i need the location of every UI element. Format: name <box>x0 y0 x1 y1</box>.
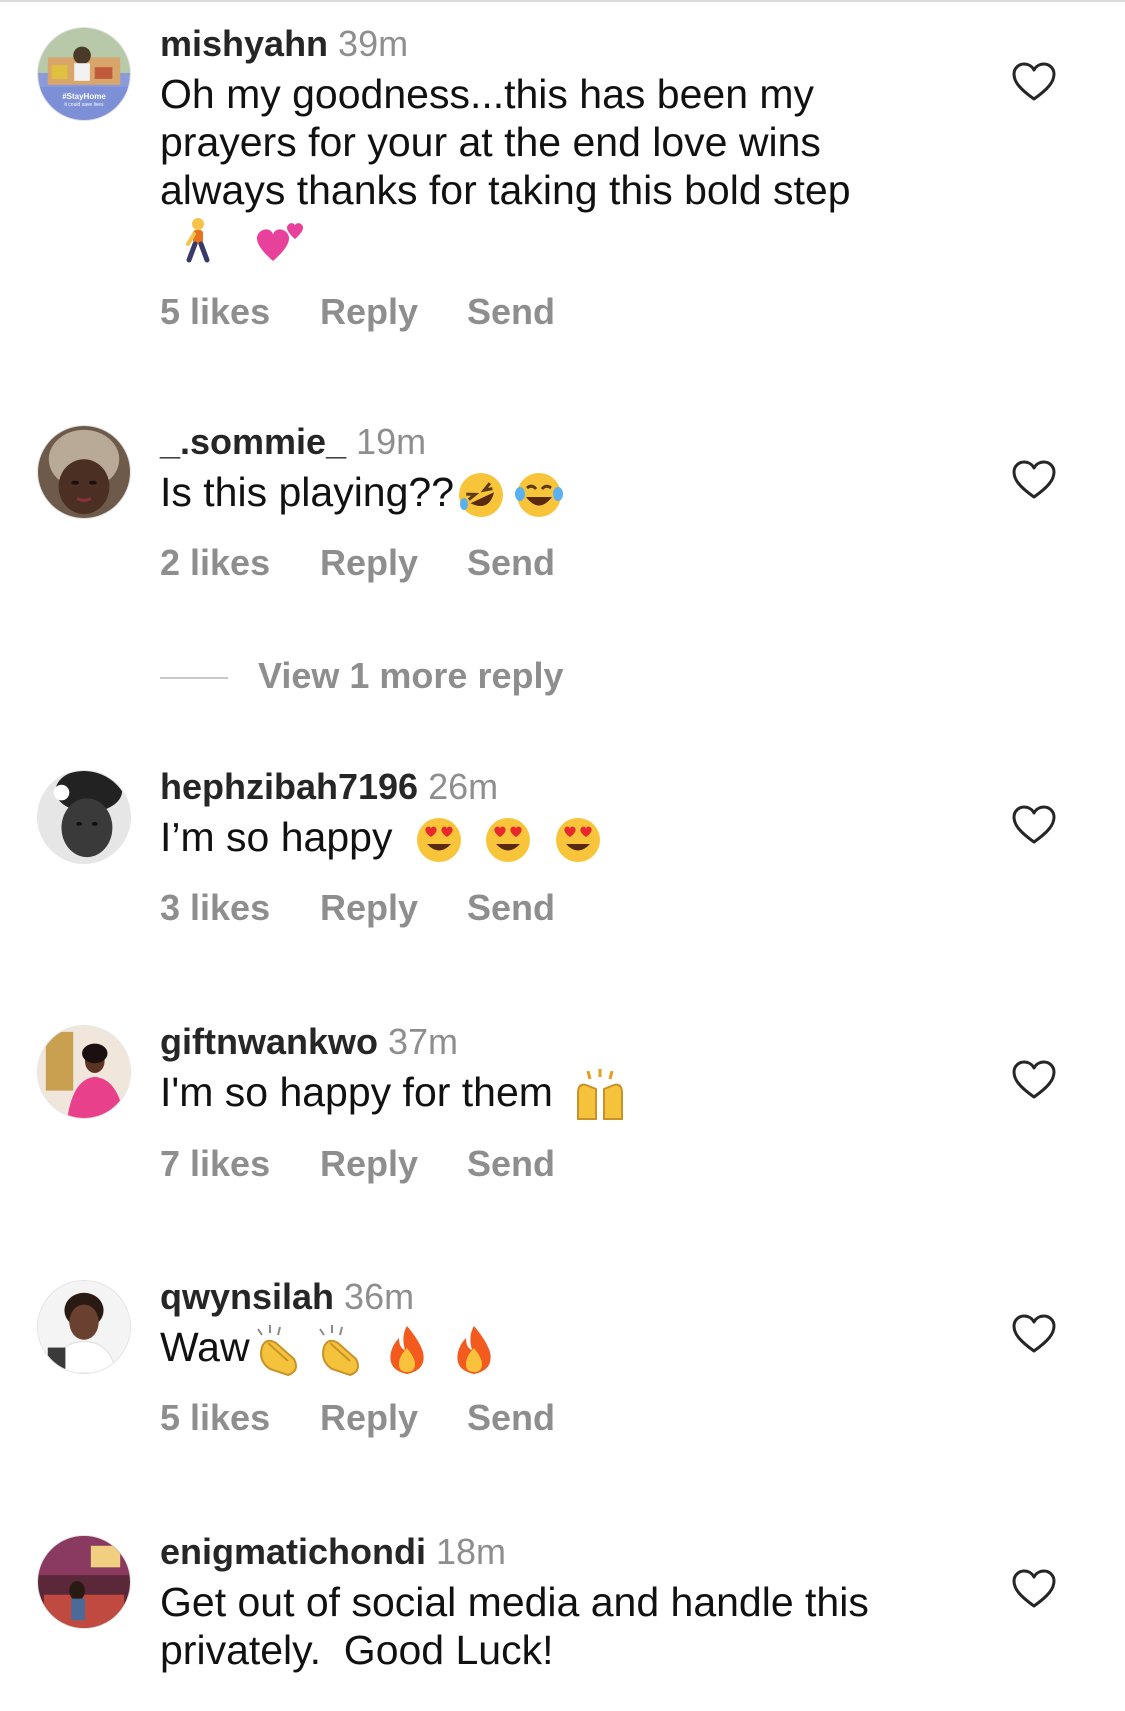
avatar[interactable]: #StayHome it could save lives <box>37 27 131 121</box>
avatar[interactable] <box>37 1535 131 1629</box>
comment-header: qwynsilah 36m <box>160 1275 940 1319</box>
fire-emoji <box>385 1324 429 1376</box>
username-link[interactable]: hephzibah7196 <box>160 766 418 807</box>
heart-outline-icon[interactable] <box>1012 62 1056 102</box>
comment-text-content: I'm so happy for them <box>160 1069 553 1115</box>
comment-text: Waw <box>160 1323 940 1377</box>
timestamp: 37m <box>388 1021 459 1062</box>
comment-body: hephzibah7196 26m I’m so happy 3 likes Rep… <box>160 765 940 929</box>
comment-text-content: I’m so happy <box>160 814 393 860</box>
send-button[interactable]: Send <box>467 1397 555 1439</box>
send-button[interactable]: Send <box>467 291 555 333</box>
comment-actions: 7 likes Reply Send <box>160 1143 940 1185</box>
comment-text: Is this playing?? <box>160 468 940 520</box>
comment-text-content: Waw <box>160 1324 250 1370</box>
comment-actions: 3 likes Reply Send <box>160 887 940 929</box>
clapping-hands-emoji <box>250 1323 304 1377</box>
comment-text: I'm so happy for them <box>160 1068 940 1121</box>
avatar[interactable] <box>37 1025 131 1119</box>
username-link[interactable]: giftnwankwo <box>160 1021 378 1062</box>
replies-divider-line <box>160 677 228 680</box>
avatar[interactable] <box>37 425 131 519</box>
heart-outline-icon[interactable] <box>1012 1569 1056 1609</box>
timestamp: 26m <box>428 766 499 807</box>
view-more-replies-label: View 1 more reply <box>258 655 564 696</box>
likes-count-button[interactable]: 7 likes <box>160 1143 320 1185</box>
comment-text-content: Oh my goodness...this has been my prayer… <box>160 71 851 213</box>
comment-body: _.sommie_ 19m Is this playing?? 2 likes … <box>160 420 940 584</box>
likes-count-button[interactable]: 5 likes <box>160 291 320 333</box>
reply-button[interactable]: Reply <box>320 542 467 584</box>
likes-count-button[interactable]: 3 likes <box>160 887 320 929</box>
username-link[interactable]: enigmatichondi <box>160 1531 426 1572</box>
heart-outline-icon[interactable] <box>1012 460 1056 500</box>
comment-header: enigmatichondi 18m <box>160 1530 940 1574</box>
comment-text: Get out of social media and handle this … <box>160 1578 940 1674</box>
comment-header: giftnwankwo 37m <box>160 1020 940 1064</box>
two-hearts-emoji <box>253 217 307 265</box>
avatar[interactable] <box>37 1280 131 1374</box>
person-walking-emoji <box>180 218 216 264</box>
comment-text: Oh my goodness...this has been my prayer… <box>160 70 940 265</box>
heart-eyes-emoji <box>553 815 603 865</box>
reply-button[interactable]: Reply <box>320 291 467 333</box>
heart-eyes-emoji <box>414 815 464 865</box>
top-divider <box>0 0 1125 2</box>
likes-count-button[interactable]: 2 likes <box>160 542 320 584</box>
tears-of-joy-emoji <box>514 470 564 520</box>
view-more-replies-button[interactable]: View 1 more reply <box>160 655 564 697</box>
clapping-hands-emoji <box>312 1323 366 1377</box>
send-button[interactable]: Send <box>467 1143 555 1185</box>
reply-button[interactable]: Reply <box>320 1143 467 1185</box>
comment-header: _.sommie_ 19m <box>160 420 940 464</box>
comment-header: hephzibah7196 26m <box>160 765 940 809</box>
comment-text: I’m so happy <box>160 813 940 865</box>
heart-outline-icon[interactable] <box>1012 805 1056 845</box>
heart-outline-icon[interactable] <box>1012 1314 1056 1354</box>
comment-text-content: Get out of social media and handle this … <box>160 1579 881 1673</box>
avatar[interactable] <box>37 770 131 864</box>
comment-actions: 2 likes Reply Send <box>160 542 940 584</box>
send-button[interactable]: Send <box>467 542 555 584</box>
username-link[interactable]: mishyahn <box>160 23 328 64</box>
timestamp: 36m <box>344 1276 415 1317</box>
send-button[interactable]: Send <box>467 887 555 929</box>
comment-body: mishyahn 39m Oh my goodness...this has be… <box>160 22 940 333</box>
comment-text-content: Is this playing?? <box>160 469 455 515</box>
comment-actions: 5 likes Reply Send <box>160 291 940 333</box>
fire-emoji <box>452 1324 496 1376</box>
timestamp: 19m <box>356 421 427 462</box>
comment-body: enigmatichondi 18m Get out of social medi… <box>160 1530 940 1674</box>
comment-actions: 5 likes Reply Send <box>160 1397 940 1439</box>
timestamp: 39m <box>338 23 409 64</box>
comment-header: mishyahn 39m <box>160 22 940 66</box>
username-link[interactable]: qwynsilah <box>160 1276 334 1317</box>
heart-outline-icon[interactable] <box>1012 1060 1056 1100</box>
timestamp: 18m <box>436 1531 507 1572</box>
reply-button[interactable]: Reply <box>320 887 467 929</box>
rofl-emoji <box>456 470 506 520</box>
avatar-badge-subtext: it could save lives <box>64 102 104 108</box>
comment-body: giftnwankwo 37m I'm so happy for them 7 l… <box>160 1020 940 1185</box>
avatar-badge-text: #StayHome <box>62 92 106 101</box>
comment-body: qwynsilah 36m Waw 5 likes Reply Send <box>160 1275 940 1439</box>
username-link[interactable]: _.sommie_ <box>160 421 346 462</box>
likes-count-button[interactable]: 5 likes <box>160 1397 320 1439</box>
heart-eyes-emoji <box>483 815 533 865</box>
raising-hands-emoji <box>572 1069 628 1121</box>
reply-button[interactable]: Reply <box>320 1397 467 1439</box>
